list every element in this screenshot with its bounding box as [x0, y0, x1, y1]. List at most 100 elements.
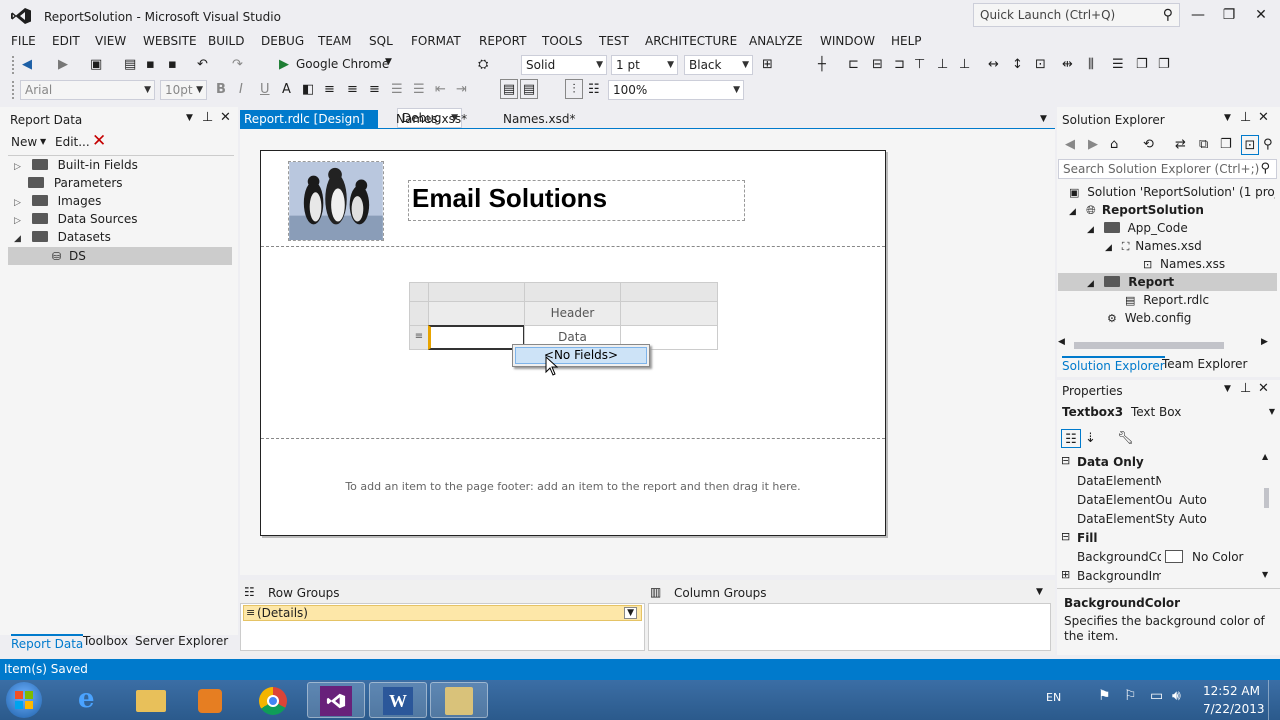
property-value[interactable]: Auto	[1179, 493, 1207, 507]
tree-item-project[interactable]: ◢ 🌐︎ ReportSolution	[1069, 201, 1204, 221]
property-value[interactable]: Auto	[1179, 512, 1207, 526]
menu-view[interactable]: VIEW	[95, 31, 126, 51]
tab-server-explorer[interactable]: Server Explorer	[135, 634, 228, 648]
menu-tools[interactable]: TOOLS	[542, 31, 583, 51]
properties-icon[interactable]: ☷	[588, 80, 600, 100]
align-grid-icon[interactable]: ┼	[818, 55, 826, 75]
scroll-down-icon[interactable]: ▼	[1262, 570, 1268, 579]
back-icon[interactable]: ◀	[22, 55, 32, 75]
edit-button[interactable]: Edit...	[55, 135, 90, 149]
tree-item-data-sources[interactable]: ▷ Data Sources	[14, 210, 138, 230]
menu-debug[interactable]: DEBUG	[261, 31, 304, 51]
menu-window[interactable]: WINDOW	[820, 31, 875, 51]
column-handle[interactable]	[620, 282, 718, 302]
border-icon[interactable]: ⊞	[762, 55, 773, 75]
scroll-left-icon[interactable]: ◀	[1058, 337, 1065, 347]
monitor-icon[interactable]: ▭	[1150, 688, 1163, 704]
show-desktop-button[interactable]	[1268, 680, 1280, 720]
decrease-indent-icon[interactable]: ⇤	[435, 80, 446, 100]
browser-selector[interactable]: Google Chrome	[296, 57, 389, 71]
taskbar-chrome[interactable]	[244, 682, 302, 718]
clock-time[interactable]: 12:52 AM	[1203, 684, 1260, 698]
save-all-icon[interactable]: ▪	[168, 55, 177, 75]
pin-icon[interactable]: ⊥	[1240, 381, 1251, 396]
no-fields-option[interactable]: <No Fields>	[515, 347, 647, 364]
new-button[interactable]: New	[11, 135, 37, 149]
menu-edit[interactable]: EDIT	[52, 31, 80, 51]
align-center-icon[interactable]: ⊟	[872, 55, 883, 75]
expand-section-icon[interactable]: ⊞	[1061, 568, 1070, 581]
redo-icon[interactable]: ↷	[232, 55, 243, 75]
chevron-down-icon[interactable]: ▼	[385, 57, 392, 67]
underline-button[interactable]: U	[260, 80, 270, 100]
tab-overflow-icon[interactable]: ▼	[1040, 114, 1047, 124]
menu-sql[interactable]: SQL	[369, 31, 393, 51]
menu-test[interactable]: TEST	[599, 31, 629, 51]
tree-item-report-folder[interactable]: ◢ Report	[1058, 273, 1277, 291]
home-icon[interactable]: ⌂	[1110, 135, 1118, 155]
tree-item-names-xsd[interactable]: ◢ ⛶ Names.xsd	[1105, 237, 1202, 257]
tree-item-solution[interactable]: ▣ Solution 'ReportSolution' (1 project)	[1069, 183, 1275, 202]
italic-button[interactable]: I	[239, 80, 243, 100]
tab-team-explorer[interactable]: Team Explorer	[1162, 357, 1248, 371]
forward-icon[interactable]: ▶	[1088, 135, 1098, 155]
details-group-row[interactable]: ≡ (Details) ▼	[243, 605, 642, 621]
align-right-icon[interactable]: ⊐	[894, 55, 905, 75]
make-same-height-icon[interactable]: ↕	[1012, 55, 1023, 75]
taskbar-media-player[interactable]	[182, 682, 240, 718]
properties-icon[interactable]: ⧉	[1199, 135, 1208, 155]
line-width-dropdown[interactable]: 1 pt ▼	[611, 55, 678, 75]
sync-icon[interactable]: ⟲	[1143, 135, 1154, 155]
make-same-size-icon[interactable]: ⊡	[1035, 55, 1046, 75]
column-handle[interactable]	[524, 282, 621, 302]
panel-menu-icon[interactable]: ▼	[1224, 113, 1231, 123]
new-project-icon[interactable]: ▣	[90, 55, 102, 75]
align-middle-icon[interactable]: ⊥	[937, 55, 948, 75]
tree-item-ds[interactable]: ⛁ DS	[8, 247, 232, 265]
menu-architecture[interactable]: ARCHITECTURE	[645, 31, 737, 51]
collapse-section-icon[interactable]: ⊟	[1061, 530, 1070, 543]
pin-icon[interactable]: ⊥	[202, 110, 213, 125]
chevron-down-icon[interactable]: ▼	[624, 607, 637, 619]
spacing-icon[interactable]: ⇹	[1062, 55, 1073, 75]
tree-item-names-xss[interactable]: ⊡ Names.xss	[1143, 255, 1225, 274]
detail-row-handle[interactable]: ≡	[409, 325, 429, 350]
close-icon[interactable]: ✕	[1258, 381, 1269, 396]
back-icon[interactable]: ◀	[1065, 135, 1075, 155]
close-button[interactable]: ✕	[1246, 4, 1276, 26]
chevron-down-icon[interactable]: ▼	[40, 137, 46, 146]
scrollbar-thumb[interactable]	[1264, 488, 1269, 508]
find-icon[interactable]: ⛭	[478, 55, 488, 75]
flag-icon[interactable]: ⚐	[1124, 688, 1137, 704]
menu-help[interactable]: HELP	[891, 31, 922, 51]
scroll-right-icon[interactable]: ▶	[1261, 337, 1268, 347]
bullet-list-icon[interactable]: ☰	[413, 80, 425, 100]
toolbar-grip[interactable]	[12, 81, 15, 99]
align-bottom-icon[interactable]: ⊥	[959, 55, 970, 75]
menu-website[interactable]: WEBSITE	[143, 31, 197, 51]
network-icon[interactable]: ⚑	[1098, 688, 1111, 704]
forward-icon[interactable]: ▶	[58, 55, 68, 75]
column-handle[interactable]	[428, 282, 525, 302]
minimize-button[interactable]: —	[1183, 4, 1213, 26]
taskbar-file-explorer[interactable]	[122, 682, 180, 718]
bold-button[interactable]: B	[216, 80, 226, 100]
send-back-icon[interactable]: ❐	[1158, 55, 1170, 75]
tab-report-design[interactable]: Report.rdlc [Design] ⊣ ✕	[240, 110, 378, 145]
horizontal-scrollbar[interactable]: ◀ ▶	[1058, 337, 1277, 351]
restore-button[interactable]: ❐	[1214, 4, 1244, 26]
font-color-icon[interactable]: A	[282, 80, 291, 100]
tree-item-web-config[interactable]: ⚙ Web.config	[1107, 309, 1191, 328]
font-dropdown[interactable]: Arial ▼	[20, 80, 155, 100]
row-handle[interactable]	[409, 301, 429, 326]
menu-analyze[interactable]: ANALYZE	[749, 31, 803, 51]
tab-toolbox[interactable]: Toolbox	[83, 634, 128, 648]
panel-menu-icon[interactable]: ▼	[1224, 384, 1231, 394]
language-indicator[interactable]: EN	[1046, 691, 1061, 704]
view-files-icon[interactable]: ⊡	[1241, 135, 1259, 155]
solution-search-box[interactable]: Search Solution Explorer (Ctrl+;) ⚲	[1058, 159, 1277, 179]
show-all-files-icon[interactable]: ⚲	[1263, 135, 1273, 155]
align-left-icon[interactable]: ⊏	[848, 55, 859, 75]
quick-launch-box[interactable]: Quick Launch (Ctrl+Q) ⚲	[973, 3, 1180, 27]
scrollbar-thumb[interactable]	[1074, 342, 1224, 349]
